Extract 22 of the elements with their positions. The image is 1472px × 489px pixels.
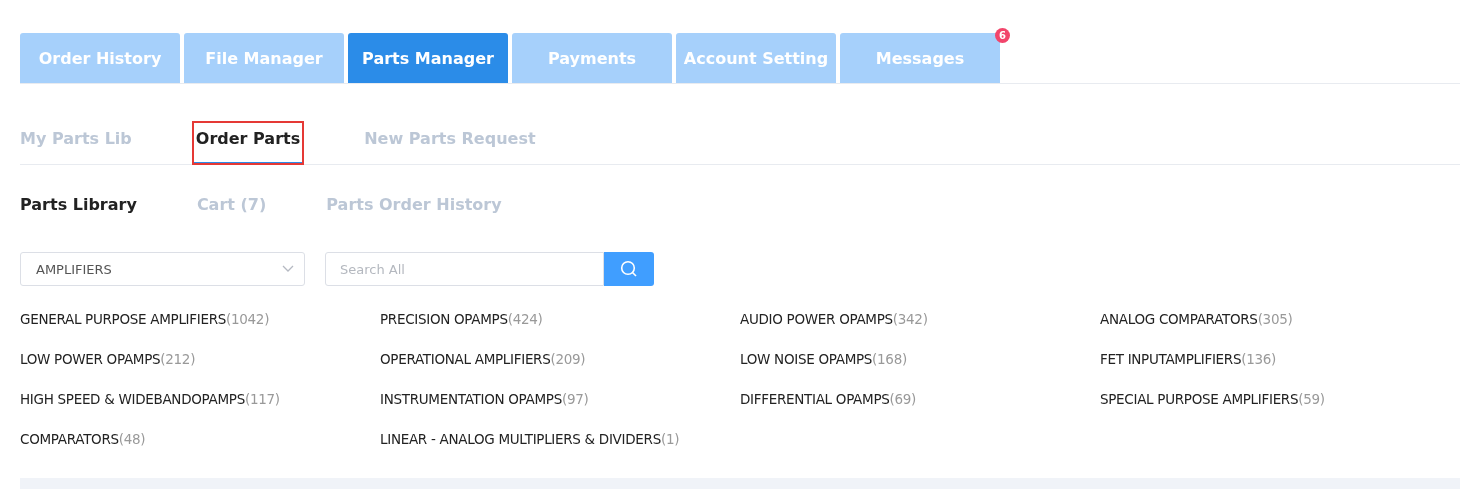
category-link[interactable]: AUDIO POWER OPAMPS(342): [740, 308, 1100, 330]
category-dropdown[interactable]: AMPLIFIERS: [20, 252, 305, 286]
search-button[interactable]: [604, 252, 654, 286]
category-link[interactable]: LOW NOISE OPAMPS(168): [740, 348, 1100, 370]
count-badge: 6: [995, 28, 1010, 43]
category-link[interactable]: GENERAL PURPOSE AMPLIFIERS(1042): [20, 308, 380, 330]
category-link[interactable]: HIGH SPEED & WIDEBANDOPAMPS(117): [20, 388, 380, 410]
sub-tab[interactable]: Order Parts: [191, 121, 305, 165]
search-field[interactable]: Search All: [325, 252, 604, 286]
search-icon: [620, 260, 638, 278]
category-link[interactable]: COMPARATORS(48): [20, 428, 380, 450]
category-link[interactable]: SPECIAL PURPOSE AMPLIFIERS(59): [1100, 388, 1460, 410]
category-link[interactable]: PRECISION OPAMPS(424): [380, 308, 740, 330]
category-link[interactable]: LINEAR - ANALOG MULTIPLIERS & DIVIDERS(1): [380, 428, 740, 450]
category-link[interactable]: OPERATIONAL AMPLIFIERS(209): [380, 348, 740, 370]
category-link[interactable]: DIFFERENTIAL OPAMPS(69): [740, 388, 1100, 410]
section-tab[interactable]: Parts Library: [20, 195, 137, 214]
category-link[interactable]: LOW POWER OPAMPS(212): [20, 348, 380, 370]
category-link[interactable]: INSTRUMENTATION OPAMPS(97): [380, 388, 740, 410]
chevron-down-icon: [282, 265, 294, 273]
category-link[interactable]: ANALOG COMPARATORS(305): [1100, 308, 1460, 330]
category-link[interactable]: FET INPUTAMPLIFIERS(136): [1100, 348, 1460, 370]
